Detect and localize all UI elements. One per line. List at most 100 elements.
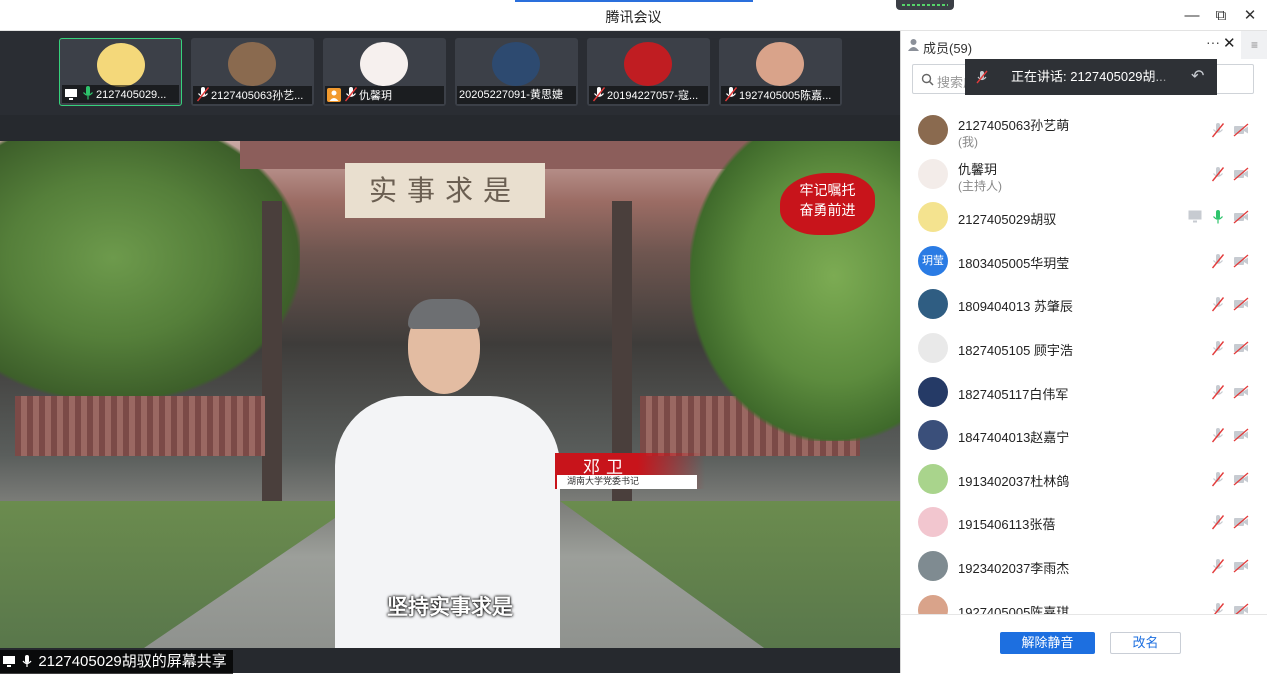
camera-off-icon[interactable] xyxy=(1233,603,1249,614)
video-scene-lawn xyxy=(560,501,900,648)
avatar xyxy=(918,158,948,189)
member-row[interactable]: 1915406113张蓓 xyxy=(901,501,1267,544)
muted-mic-icon[interactable] xyxy=(1210,384,1226,400)
avatar xyxy=(918,289,948,320)
avatar xyxy=(624,42,672,86)
avatar xyxy=(918,463,948,494)
avatar xyxy=(918,551,948,581)
shared-screen-video[interactable]: 实事求是 牢记嘱托 奋勇前进 邓卫 湖南大学党委书记 坚持实事求是 xyxy=(0,141,900,648)
avatar xyxy=(918,507,948,538)
member-name: 1827405117白伟军 xyxy=(958,386,1069,402)
member-name: 1927405005陈嘉琪 xyxy=(958,604,1070,614)
member-row[interactable]: 1927405005陈嘉琪 xyxy=(901,589,1267,614)
muted-mic-icon xyxy=(723,86,738,102)
muted-mic-icon[interactable] xyxy=(1210,558,1226,574)
thumbnail-label: 1927405005陈嘉... xyxy=(721,86,840,104)
participant-thumbnail[interactable]: 20194227057-寇... xyxy=(587,38,710,106)
camera-off-icon[interactable] xyxy=(1233,341,1249,355)
thumbnail-name: 20205227091-黄思婕 xyxy=(459,89,563,101)
camera-off-icon[interactable] xyxy=(1233,123,1249,137)
microphone-icon xyxy=(80,85,94,100)
camera-off-icon[interactable] xyxy=(1233,254,1249,268)
camera-off-icon[interactable] xyxy=(1233,297,1249,311)
member-panel: 成员(59) ··· ✕ ≡ 搜索成员 正在讲话: 2127405029胡...… xyxy=(900,31,1267,673)
camera-off-icon[interactable] xyxy=(1233,428,1249,442)
member-row[interactable]: 1827405105 顾宇浩 xyxy=(901,327,1267,370)
avatar xyxy=(492,42,540,86)
close-window-button[interactable]: ✕ xyxy=(1240,6,1260,26)
screen-share-text: 2127405029胡驭的屏幕共享 xyxy=(38,653,227,670)
member-row[interactable]: 1809404013 苏肇辰 xyxy=(901,283,1267,326)
member-name: 1827405105 顾宇浩 xyxy=(958,343,1073,358)
video-scene-plaque: 实事求是 xyxy=(345,163,545,218)
participant-thumbnail[interactable]: 2127405029... xyxy=(59,38,182,106)
avatar xyxy=(228,42,276,86)
muted-mic-icon[interactable] xyxy=(1210,166,1226,182)
speaking-fade xyxy=(1151,59,1217,95)
muted-mic-icon[interactable] xyxy=(1210,427,1226,443)
camera-off-icon[interactable] xyxy=(1233,167,1249,181)
back-arrow-icon[interactable]: ↶ xyxy=(1191,59,1204,95)
panel-side-toggle[interactable]: ≡ xyxy=(1241,31,1267,59)
member-name: 1809404013 苏肇辰 xyxy=(958,299,1073,315)
member-row[interactable]: 仇馨玥 (主持人) xyxy=(901,153,1267,196)
participant-thumbnail[interactable]: 1927405005陈嘉... xyxy=(719,38,842,106)
avatar: 玥莹 xyxy=(918,245,948,276)
more-options-button[interactable]: ··· xyxy=(1206,34,1220,50)
title-bar: 腾讯会议 — ⧉ ✕ xyxy=(0,0,1267,31)
thumbnail-name: 20194227057-寇... xyxy=(607,90,699,102)
member-count-title: 成员(59) xyxy=(923,41,973,56)
participant-thumbnail[interactable]: 20205227091-黄思婕 xyxy=(455,38,578,106)
muted-mic-icon[interactable] xyxy=(1210,514,1226,530)
minimize-button[interactable]: — xyxy=(1182,6,1202,26)
member-name: 1923402037李雨杰 xyxy=(958,561,1070,576)
member-row[interactable]: 1827405117白伟军 xyxy=(901,371,1267,414)
member-row[interactable]: 2127405063孙艺萌 (我) xyxy=(901,109,1267,152)
member-name: 1803405005华玥莹 xyxy=(958,255,1070,271)
muted-mic-icon xyxy=(591,86,606,102)
close-panel-button[interactable]: ✕ xyxy=(1223,34,1236,52)
camera-off-icon[interactable] xyxy=(1233,515,1249,529)
title-accent-bar xyxy=(515,0,753,2)
muted-mic-icon[interactable] xyxy=(1210,296,1226,312)
member-name: 仇馨玥 xyxy=(958,161,998,177)
avatar xyxy=(918,333,948,363)
avatar xyxy=(360,42,408,86)
thumbnail-name: 2127405063孙艺... xyxy=(211,90,304,102)
microphone-icon[interactable] xyxy=(1210,209,1226,225)
video-subtitle: 坚持实事求是 xyxy=(387,595,513,619)
camera-off-icon[interactable] xyxy=(1233,559,1249,573)
screen-share-label: 2127405029胡驭的屏幕共享 xyxy=(0,650,233,674)
speaking-indicator-toast: 正在讲话: 2127405029胡... ↶ xyxy=(965,59,1217,95)
video-scene-tree-left xyxy=(0,141,300,401)
participant-thumbnail[interactable]: 2127405063孙艺... xyxy=(191,38,314,106)
avatar-initials: 玥莹 xyxy=(922,254,944,267)
network-signal-indicator[interactable] xyxy=(896,0,954,10)
member-row[interactable]: 1847404013赵嘉宁 xyxy=(901,414,1267,457)
participant-thumbnail[interactable]: 仇馨玥 xyxy=(323,38,446,106)
camera-off-icon[interactable] xyxy=(1233,210,1249,224)
video-seal-logo: 牢记嘱托 奋勇前进 xyxy=(780,173,875,235)
muted-mic-icon[interactable] xyxy=(1210,471,1226,487)
person-icon xyxy=(908,39,919,51)
rename-button[interactable]: 改名 xyxy=(1110,632,1181,654)
seal-line-1: 牢记嘱托 xyxy=(799,183,856,199)
thumbnail-label: 仇馨玥 xyxy=(325,86,444,104)
video-scene-lawn xyxy=(0,501,360,648)
muted-mic-icon xyxy=(195,86,210,102)
unmute-button[interactable]: 解除静音 xyxy=(1000,632,1095,654)
restore-button[interactable]: ⧉ xyxy=(1211,6,1231,26)
muted-mic-icon[interactable] xyxy=(1210,602,1226,614)
speaking-text: 正在讲话: 2127405029胡... xyxy=(1011,69,1167,84)
avatar xyxy=(97,43,145,87)
muted-mic-icon[interactable] xyxy=(1210,122,1226,138)
thumbnail-name: 2127405029... xyxy=(96,89,167,101)
member-row[interactable]: 1923402037李雨杰 xyxy=(901,545,1267,588)
member-row[interactable]: 1913402037杜林鸽 xyxy=(901,458,1267,501)
muted-mic-icon[interactable] xyxy=(1210,340,1226,356)
camera-off-icon[interactable] xyxy=(1233,472,1249,486)
member-row[interactable]: 玥莹 1803405005华玥莹 xyxy=(901,240,1267,283)
camera-off-icon[interactable] xyxy=(1233,385,1249,399)
muted-mic-icon[interactable] xyxy=(1210,253,1226,269)
member-row[interactable]: 2127405029胡驭 xyxy=(901,196,1267,239)
